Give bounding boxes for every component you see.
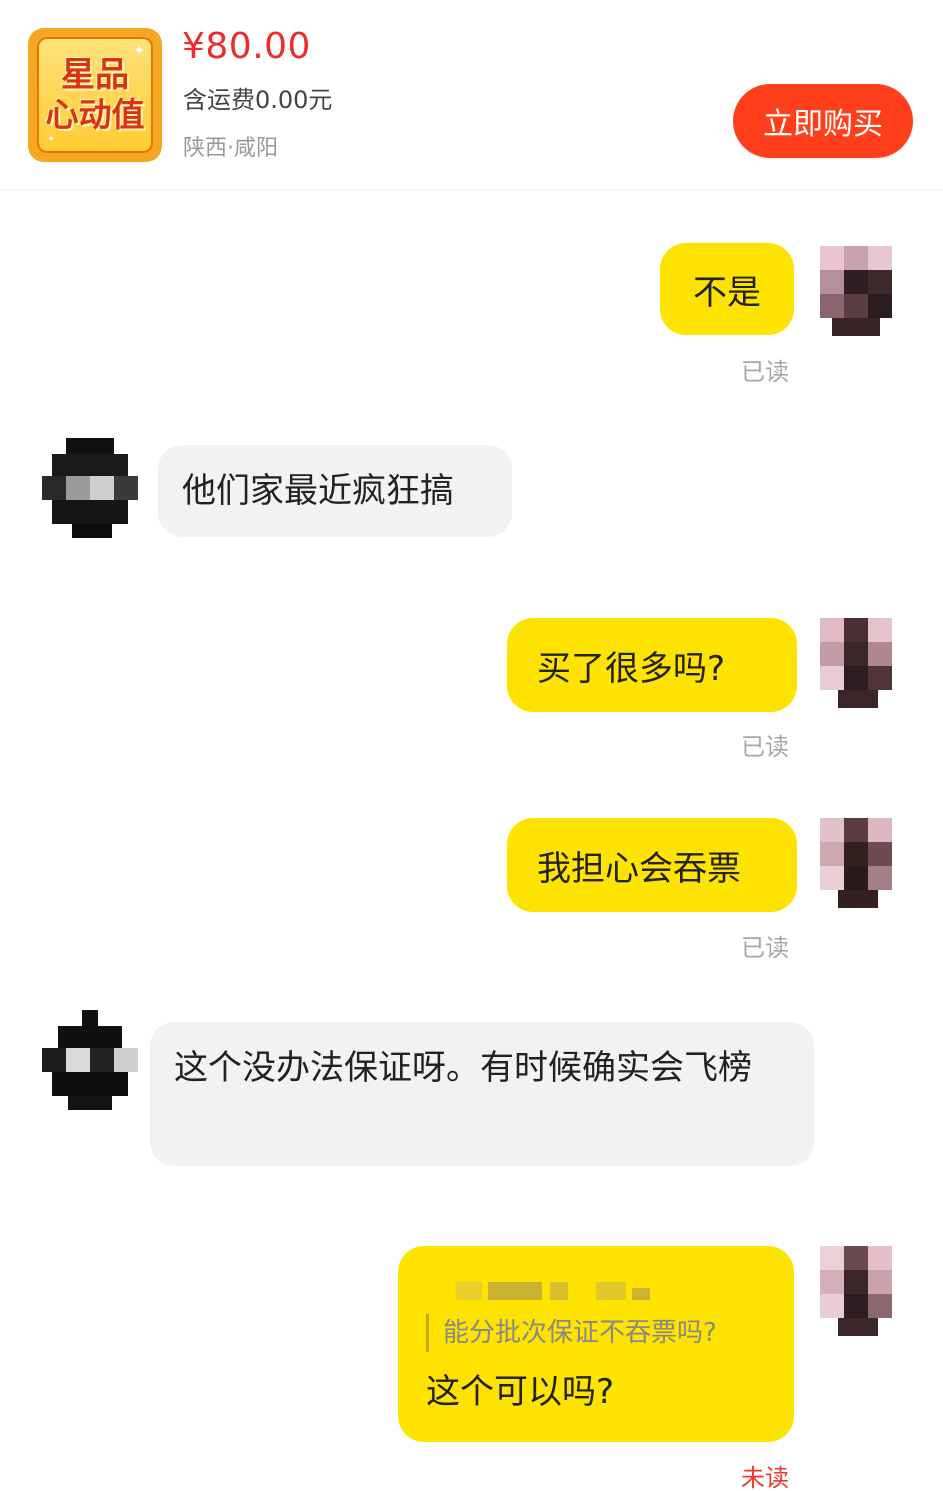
product-thumbnail-art: ✦ ✦ 星品 心动值 [37,37,153,153]
read-status: 已读 [741,358,789,386]
product-card[interactable]: ✦ ✦ 星品 心动值 ¥80.00 含运费0.00元 陕西·咸阳 立即购买 [0,0,943,190]
thumbnail-title-line1: 星品 [61,55,129,95]
message-text: 这个没办法保证呀。有时候确实会飞榜 [174,1048,752,1088]
message-bubble-outgoing[interactable]: 能分批次保证不吞票吗? 这个可以吗? [398,1246,794,1442]
sparkle-icon: ✦ [47,134,56,145]
quoted-text: 能分批次保证不吞票吗? [426,1314,766,1352]
quoted-message[interactable]: 能分批次保证不吞票吗? [426,1276,766,1352]
read-status: 已读 [741,733,789,761]
thumbnail-title-line2: 心动值 [45,95,145,134]
shipping-fee: 含运费0.00元 [183,86,333,114]
message-bubble-outgoing[interactable]: 买了很多吗? [507,618,797,712]
seller-avatar[interactable] [42,438,138,538]
quoted-sender-redacted [426,1276,766,1306]
message-bubble-outgoing[interactable]: 我担心会吞票 [507,818,797,912]
self-avatar[interactable] [812,238,902,338]
product-thumbnail[interactable]: ✦ ✦ 星品 心动值 [28,28,162,162]
message-bubble-incoming[interactable]: 这个没办法保证呀。有时候确实会飞榜 [150,1022,814,1166]
self-avatar[interactable] [812,610,902,710]
seller-location: 陕西·咸阳 [183,136,278,161]
seller-avatar[interactable] [42,1010,138,1110]
message-text: 他们家最近疯狂搞 [182,471,454,511]
message-bubble-outgoing[interactable]: 不是 [660,243,794,335]
message-text: 买了很多吗? [537,648,726,689]
message-text: 这个可以吗? [426,1372,615,1412]
chat-screen: ✦ ✦ 星品 心动值 ¥80.00 含运费0.00元 陕西·咸阳 立即购买 不是… [0,0,943,1491]
unread-status: 未读 [741,1464,789,1491]
message-text: 不是 [693,272,761,313]
buy-now-button[interactable]: 立即购买 [733,84,913,158]
message-text: 我担心会吞票 [537,848,741,889]
read-status: 已读 [741,934,789,962]
message-bubble-incoming[interactable]: 他们家最近疯狂搞 [158,445,512,537]
product-price: ¥80.00 [182,26,311,67]
self-avatar[interactable] [812,1238,902,1338]
self-avatar[interactable] [812,810,902,910]
sparkle-icon: ✦ [133,43,145,59]
